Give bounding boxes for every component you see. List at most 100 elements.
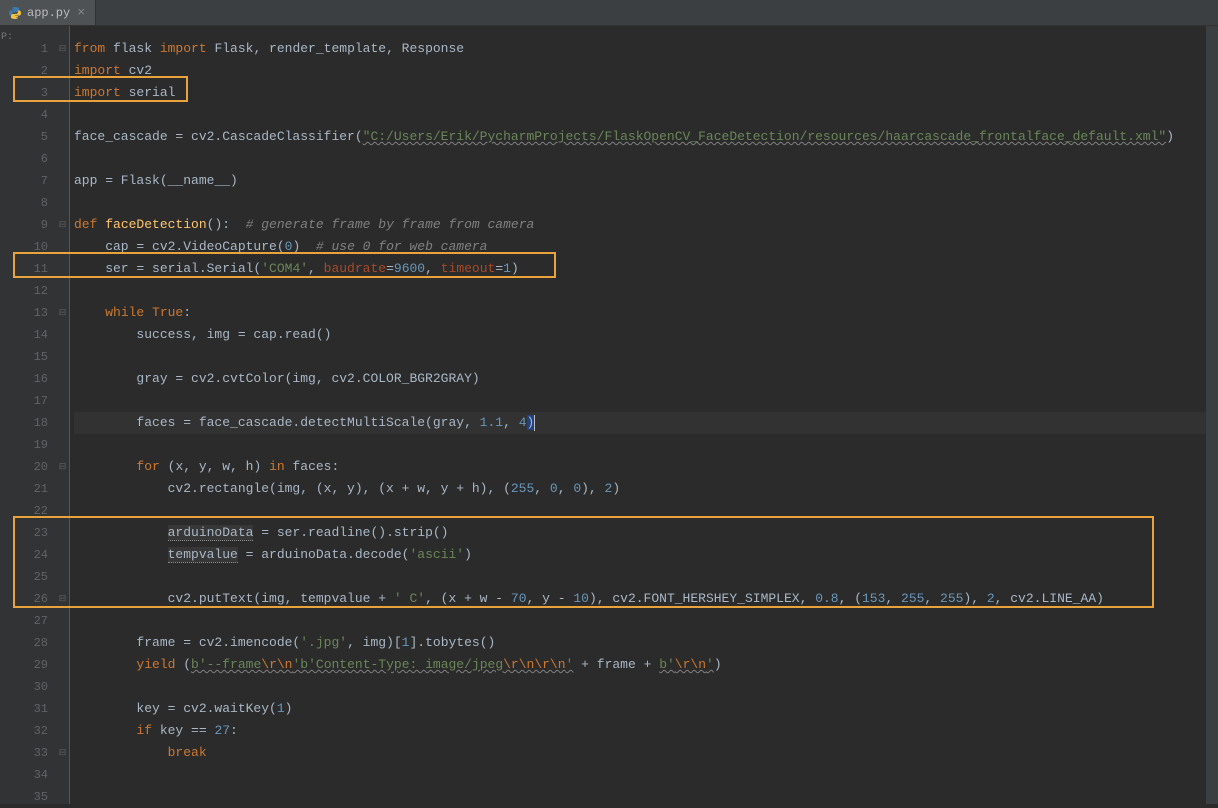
- fold-marker[interactable]: [56, 368, 69, 390]
- line-number: 30: [12, 676, 56, 698]
- code-line[interactable]: face_cascade = cv2.CascadeClassifier("C:…: [74, 126, 1218, 148]
- fold-marker[interactable]: [56, 236, 69, 258]
- code-line[interactable]: import serial: [74, 82, 1218, 104]
- line-number: 16: [12, 368, 56, 390]
- code-line[interactable]: import cv2: [74, 60, 1218, 82]
- line-number: 9: [12, 214, 56, 236]
- code-line[interactable]: [74, 786, 1218, 804]
- fold-marker[interactable]: [56, 192, 69, 214]
- left-margin: P:: [0, 26, 12, 804]
- line-number: 24: [12, 544, 56, 566]
- fold-marker[interactable]: [56, 522, 69, 544]
- line-number: 29: [12, 654, 56, 676]
- fold-marker[interactable]: [56, 786, 69, 808]
- code-line[interactable]: cv2.putText(img, tempvalue + ' C', (x + …: [74, 588, 1218, 610]
- fold-marker[interactable]: [56, 104, 69, 126]
- fold-marker[interactable]: ⊟: [56, 214, 69, 236]
- code-line[interactable]: ser = serial.Serial('COM4', baudrate=960…: [74, 258, 1218, 280]
- line-number: 12: [12, 280, 56, 302]
- fold-marker[interactable]: [56, 60, 69, 82]
- code-line[interactable]: faces = face_cascade.detectMultiScale(gr…: [74, 412, 1218, 434]
- python-file-icon: [8, 6, 22, 20]
- line-number: 13: [12, 302, 56, 324]
- code-line[interactable]: for (x, y, w, h) in faces:: [74, 456, 1218, 478]
- line-number: 7: [12, 170, 56, 192]
- fold-marker[interactable]: [56, 478, 69, 500]
- line-number: 25: [12, 566, 56, 588]
- code-line[interactable]: app = Flask(__name__): [74, 170, 1218, 192]
- fold-marker[interactable]: [56, 566, 69, 588]
- code-line[interactable]: [74, 280, 1218, 302]
- code-line[interactable]: from flask import Flask, render_template…: [74, 38, 1218, 60]
- code-area[interactable]: from flask import Flask, render_template…: [70, 26, 1218, 804]
- line-number: 22: [12, 500, 56, 522]
- line-number: 1: [12, 38, 56, 60]
- line-number: 27: [12, 610, 56, 632]
- line-number: 28: [12, 632, 56, 654]
- line-number: 3: [12, 82, 56, 104]
- fold-marker[interactable]: ⊟: [56, 38, 69, 60]
- code-line[interactable]: [74, 610, 1218, 632]
- fold-marker[interactable]: [56, 610, 69, 632]
- line-number: 19: [12, 434, 56, 456]
- fold-marker[interactable]: ⊟: [56, 588, 69, 610]
- fold-marker[interactable]: [56, 720, 69, 742]
- fold-marker[interactable]: [56, 390, 69, 412]
- fold-column: ⊟ ⊟ ⊟ ⊟ ⊟ ⊟: [56, 26, 70, 804]
- fold-marker[interactable]: ⊟: [56, 302, 69, 324]
- code-line[interactable]: cv2.rectangle(img, (x, y), (x + w, y + h…: [74, 478, 1218, 500]
- line-number: 21: [12, 478, 56, 500]
- line-number: 33: [12, 742, 56, 764]
- code-line[interactable]: [74, 676, 1218, 698]
- fold-marker[interactable]: [56, 434, 69, 456]
- code-line[interactable]: if key == 27:: [74, 720, 1218, 742]
- fold-marker[interactable]: [56, 346, 69, 368]
- line-number: 20: [12, 456, 56, 478]
- code-line[interactable]: gray = cv2.cvtColor(img, cv2.COLOR_BGR2G…: [74, 368, 1218, 390]
- fold-marker[interactable]: [56, 170, 69, 192]
- code-line[interactable]: [74, 192, 1218, 214]
- file-tab[interactable]: app.py ×: [0, 0, 96, 25]
- fold-marker[interactable]: ⊟: [56, 742, 69, 764]
- fold-marker[interactable]: [56, 544, 69, 566]
- fold-marker[interactable]: [56, 632, 69, 654]
- code-line[interactable]: tempvalue = arduinoData.decode('ascii'): [74, 544, 1218, 566]
- code-line[interactable]: [74, 434, 1218, 456]
- code-line[interactable]: [74, 148, 1218, 170]
- fold-marker[interactable]: [56, 324, 69, 346]
- code-line[interactable]: success, img = cap.read(): [74, 324, 1218, 346]
- fold-marker[interactable]: [56, 764, 69, 786]
- tab-close-icon[interactable]: ×: [75, 5, 87, 20]
- code-line[interactable]: yield (b'--frame\r\n'b'Content-Type: ima…: [74, 654, 1218, 676]
- vertical-scrollbar[interactable]: [1206, 26, 1218, 804]
- line-number: 11: [12, 258, 56, 280]
- fold-marker[interactable]: [56, 500, 69, 522]
- code-line[interactable]: cap = cv2.VideoCapture(0) # use 0 for we…: [74, 236, 1218, 258]
- code-line[interactable]: [74, 764, 1218, 786]
- code-line[interactable]: [74, 346, 1218, 368]
- line-number: 23: [12, 522, 56, 544]
- code-line[interactable]: frame = cv2.imencode('.jpg', img)[1].tob…: [74, 632, 1218, 654]
- fold-marker[interactable]: [56, 82, 69, 104]
- line-number: 26: [12, 588, 56, 610]
- fold-marker[interactable]: [56, 676, 69, 698]
- code-line[interactable]: [74, 390, 1218, 412]
- line-number: 4: [12, 104, 56, 126]
- fold-marker[interactable]: [56, 258, 69, 280]
- fold-marker[interactable]: [56, 280, 69, 302]
- code-line[interactable]: [74, 104, 1218, 126]
- code-line[interactable]: [74, 500, 1218, 522]
- fold-marker[interactable]: [56, 126, 69, 148]
- code-line[interactable]: arduinoData = ser.readline().strip(): [74, 522, 1218, 544]
- fold-marker[interactable]: [56, 698, 69, 720]
- code-line[interactable]: key = cv2.waitKey(1): [74, 698, 1218, 720]
- fold-marker[interactable]: [56, 654, 69, 676]
- fold-marker[interactable]: [56, 148, 69, 170]
- code-line[interactable]: [74, 566, 1218, 588]
- code-line[interactable]: break: [74, 742, 1218, 764]
- code-line[interactable]: def faceDetection(): # generate frame by…: [74, 214, 1218, 236]
- fold-marker[interactable]: ⊟: [56, 456, 69, 478]
- code-line[interactable]: while True:: [74, 302, 1218, 324]
- line-number: 10: [12, 236, 56, 258]
- fold-marker[interactable]: [56, 412, 69, 434]
